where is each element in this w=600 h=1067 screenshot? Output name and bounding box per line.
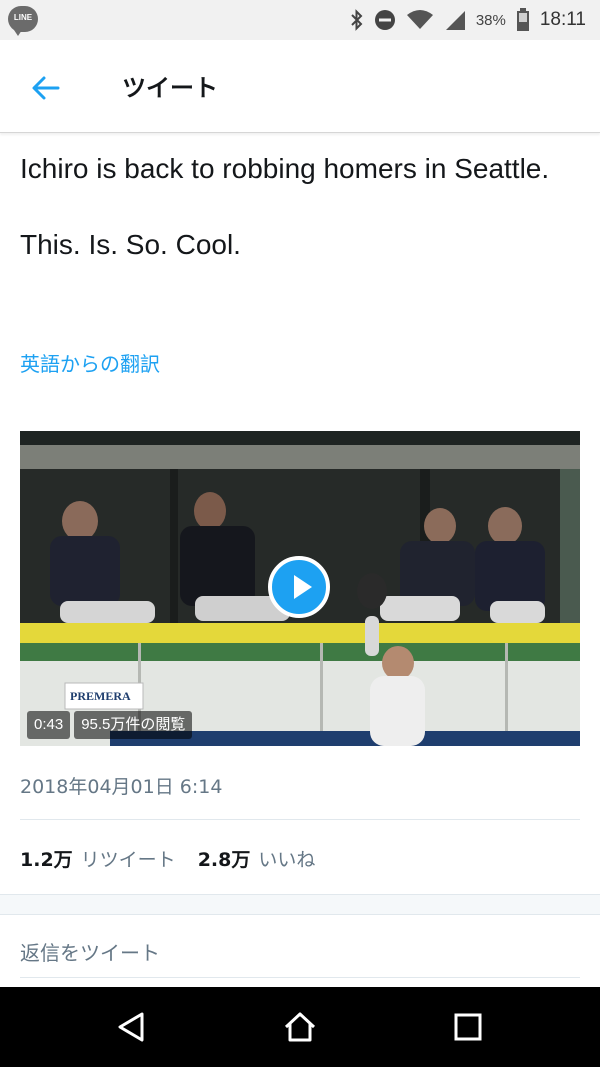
back-arrow-icon[interactable] [28, 70, 64, 106]
reply-underline [20, 977, 580, 978]
battery-icon [516, 8, 529, 31]
video-duration: 0:43 [27, 711, 71, 739]
back-nav-icon[interactable] [114, 1009, 150, 1045]
video-view-count: 95.5万件の閲覧 [74, 711, 193, 739]
signal-icon [445, 11, 465, 30]
recents-nav-icon[interactable] [450, 1009, 486, 1045]
video-player[interactable]: PREMERA 0:43 95.5万件の閲覧 [20, 431, 580, 746]
line-app-icon: LINE [8, 6, 38, 36]
bluetooth-icon [351, 9, 363, 31]
app-header: ツイート [0, 40, 600, 133]
section-separator [0, 894, 600, 915]
wifi-icon [406, 10, 433, 29]
video-info-overlay: 0:43 95.5万件の閲覧 [27, 711, 193, 739]
tweet-timestamp: 2018年04月01日 6:14 [20, 776, 223, 798]
tweet-text: Ichiro is back to robbing homers in Seat… [20, 150, 580, 264]
retweet-count[interactable]: 1.2万 [20, 845, 73, 872]
tweet-text-line-2: This. Is. So. Cool. [20, 229, 241, 260]
like-count[interactable]: 2.8万 [198, 845, 251, 872]
status-icons: 38% 18:11 [350, 0, 586, 40]
system-nav-bar [0, 987, 600, 1067]
tweet-stats: 1.2万 リツイート 2.8万 いいね [20, 845, 337, 872]
home-nav-icon[interactable] [282, 1009, 318, 1045]
tweet-text-line-1: Ichiro is back to robbing homers in Seat… [20, 153, 550, 184]
translate-link[interactable]: 英語からの翻訳 [20, 348, 160, 377]
divider [20, 819, 580, 820]
status-bar: LINE 38% 18:11 [0, 0, 600, 40]
page-title: ツイート [122, 74, 218, 102]
retweet-label[interactable]: リツイート [81, 845, 176, 872]
reply-input[interactable]: 返信をツイート [20, 937, 160, 966]
clock: 18:11 [539, 9, 586, 30]
do-not-disturb-icon [374, 10, 395, 30]
sponsor-sign-text: PREMERA [70, 689, 131, 703]
battery-percent: 38% [475, 11, 506, 29]
like-label[interactable]: いいね [258, 845, 315, 872]
play-button[interactable] [268, 556, 330, 618]
